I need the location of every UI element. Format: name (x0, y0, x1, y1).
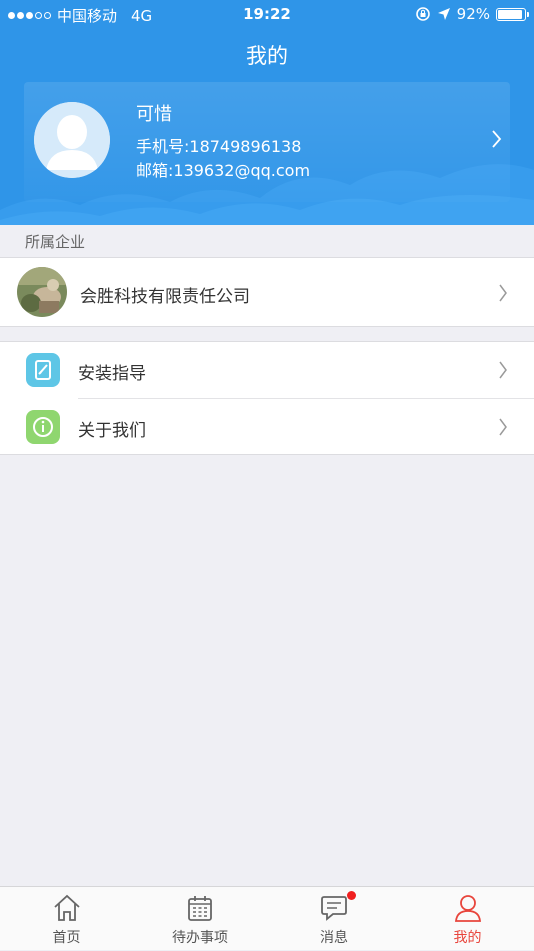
profile-phone: 手机号:18749896138 (136, 137, 302, 156)
tab-label: 待办事项 (172, 930, 228, 946)
tab-home[interactable]: 首页 (0, 887, 133, 951)
page-title: 我的 (246, 44, 288, 68)
home-icon (53, 894, 80, 921)
company-logo (17, 267, 67, 317)
tab-todo[interactable]: 待办事项 (133, 887, 267, 951)
info-icon (26, 410, 60, 444)
section-title-company: 所属企业 (25, 233, 86, 251)
menu-item-label: 安装指导 (78, 364, 146, 384)
install-guide-icon (26, 353, 60, 387)
chevron-right-icon (499, 418, 507, 436)
default-avatar-icon (34, 102, 110, 178)
status-bar: 中国移动 4G 19:22 92% (0, 0, 534, 28)
menu-item-label: 关于我们 (78, 421, 146, 441)
tab-bar: 首页 待办事项 消息 我的 (0, 886, 534, 950)
profile-name: 可惜 (136, 104, 172, 125)
profile-header: 中国移动 4G 19:22 92% 我的 可惜 手机号:18749896138 … (0, 0, 534, 225)
profile-email: 邮箱:139632@qq.com (136, 161, 311, 180)
company-row[interactable]: 会胜科技有限责任公司 (0, 257, 534, 327)
chevron-right-icon (499, 284, 507, 302)
tab-messages[interactable]: 消息 (267, 887, 401, 951)
message-icon (321, 896, 347, 921)
tab-label: 首页 (52, 930, 81, 946)
chevron-right-icon (499, 361, 507, 379)
rotation-lock-icon (415, 7, 430, 21)
unread-badge (347, 891, 356, 900)
company-name: 会胜科技有限责任公司 (80, 287, 250, 307)
chevron-right-icon[interactable] (490, 128, 504, 150)
tab-me[interactable]: 我的 (401, 887, 534, 951)
battery-percentage: 92% (456, 5, 490, 23)
location-arrow-icon (437, 8, 450, 20)
user-icon (454, 895, 481, 922)
menu-item-about-us[interactable]: 关于我们 (0, 399, 534, 455)
tab-label: 我的 (453, 930, 482, 946)
menu-item-install-guide[interactable]: 安装指导 (0, 342, 534, 399)
menu-group: 安装指导 关于我们 (0, 341, 534, 455)
battery-icon (496, 7, 529, 21)
avatar[interactable] (34, 102, 110, 178)
tab-label: 消息 (320, 930, 348, 946)
calendar-icon (188, 896, 212, 921)
